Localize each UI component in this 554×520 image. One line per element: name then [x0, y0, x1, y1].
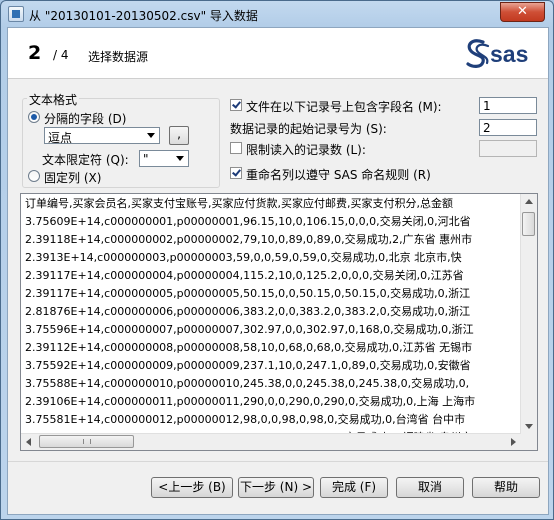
scroll-up-button[interactable]: [521, 194, 537, 210]
header-row-label[interactable]: 文件在以下记录号上包含字段名 (M):: [246, 98, 442, 115]
text-format-label: 文本格式: [27, 91, 80, 108]
first-data-row-label: 数据记录的起始记录号为 (S):: [230, 122, 387, 136]
finish-button[interactable]: 完成 (F): [320, 477, 388, 498]
window-title: 从 "20130101-20130502.csv" 导入数据: [29, 9, 258, 23]
limit-records-input: [479, 140, 537, 157]
preview-record-line: 2.39118E+14,c000000002,p00000002,79,10,0…: [25, 233, 473, 246]
preview-record-line: 2.3913E+14,c000000003,p00000003,59,0,0,5…: [25, 251, 462, 264]
qualifier-label: 文本限定符 (Q):: [42, 153, 129, 167]
sas-logo-icon: [466, 39, 490, 68]
cancel-button[interactable]: 取消: [396, 477, 464, 498]
header-row-checkbox[interactable]: [230, 99, 242, 111]
step-total: / 4: [53, 48, 69, 62]
header-row-input[interactable]: 1: [479, 97, 537, 114]
preview-record-line: 2.39112E+14,c000000008,p00000008,58,10,0…: [25, 341, 473, 354]
preview-record-line: 3.75609E+14,c000000001,p00000001,96.15,1…: [25, 215, 471, 228]
rename-columns-checkbox[interactable]: [230, 167, 242, 179]
close-button[interactable]: ✕: [500, 2, 545, 22]
delimiter-select[interactable]: 逗点: [44, 127, 160, 145]
preview-record-line: 2.81876E+14,c000000006,p00000006,383.2,0…: [25, 305, 471, 318]
chevron-down-icon: [147, 133, 155, 138]
horizontal-scrollbar[interactable]: [21, 433, 521, 450]
import-wizard-window: 从 "20130101-20130502.csv" 导入数据 ✕ 2 / 4 选…: [0, 0, 554, 520]
sas-logo-text: sas: [490, 41, 529, 67]
wizard-header: 2 / 4 选择数据源 sas: [8, 28, 548, 79]
scroll-down-button[interactable]: [521, 418, 537, 434]
next-button[interactable]: 下一步 (N) >: [238, 477, 314, 498]
limit-records-checkbox[interactable]: [230, 142, 242, 154]
step-number: 2: [28, 42, 42, 64]
preview-header-line: 订单编号,买家会员名,买家支付宝账号,买家应付货款,买家应付邮费,买家支付积分,…: [25, 197, 453, 210]
preview-lines: 订单编号,买家会员名,买家支付宝账号,买家应付货款,买家应付邮费,买家支付积分,…: [25, 195, 520, 450]
data-preview[interactable]: 订单编号,买家会员名,买家支付宝账号,买家应付货款,买家应付邮费,买家支付积分,…: [20, 193, 538, 451]
delimited-label[interactable]: 分隔的字段 (D): [44, 110, 126, 127]
qualifier-value: ": [143, 152, 149, 166]
wizard-body: 2 / 4 选择数据源 sas 文本格式 分隔的字段 (D) 逗点 , 文本限定…: [7, 27, 549, 515]
first-data-row-input[interactable]: 2: [479, 119, 537, 136]
scroll-right-button[interactable]: [505, 434, 521, 450]
help-button[interactable]: 帮助: [472, 477, 540, 498]
chevron-down-icon: [176, 156, 184, 161]
fixed-width-radio[interactable]: [28, 170, 40, 182]
preview-record-line: 3.75596E+14,c000000007,p00000007,302.97,…: [25, 323, 474, 336]
preview-record-line: 2.39106E+14,c000000011,p00000011,290,0,0…: [25, 395, 476, 408]
back-button[interactable]: <上一步 (B): [151, 477, 233, 498]
vertical-scrollbar[interactable]: [520, 194, 537, 434]
arrow-down-icon: [525, 424, 533, 429]
preview-record-line: 2.39117E+14,c000000005,p00000005,50.15,0…: [25, 287, 471, 300]
qualifier-select[interactable]: ": [139, 150, 189, 167]
limit-records-label[interactable]: 限制读入的记录数 (L):: [246, 141, 366, 158]
footer-divider: [8, 461, 548, 462]
delimiter-value: 逗点: [48, 131, 73, 145]
horizontal-scroll-thumb[interactable]: [39, 435, 134, 448]
delimiter-char-button[interactable]: ,: [169, 126, 189, 145]
title-bar[interactable]: 从 "20130101-20130502.csv" 导入数据 ✕: [1, 1, 553, 27]
preview-record-line: 3.75581E+14,c000000012,p00000012,98,0,0,…: [25, 413, 466, 426]
preview-record-line: 3.75588E+14,c000000010,p00000010,245.38,…: [25, 377, 470, 390]
vertical-scroll-thumb[interactable]: [522, 212, 535, 236]
scrollbar-corner: [521, 434, 537, 450]
sas-logo: sas: [462, 37, 542, 71]
arrow-up-icon: [525, 199, 533, 204]
scroll-left-button[interactable]: [21, 434, 37, 450]
preview-record-line: 3.75592E+14,c000000009,p00000009,237.1,1…: [25, 359, 471, 372]
rename-columns-label[interactable]: 重命名列以遵守 SAS 命名规则 (R): [246, 166, 431, 183]
arrow-left-icon: [26, 438, 31, 446]
preview-record-line: 2.39117E+14,c000000004,p00000004,115.2,1…: [25, 269, 464, 282]
delimited-radio[interactable]: [28, 111, 40, 123]
app-icon: [8, 6, 24, 22]
step-title: 选择数据源: [88, 50, 149, 64]
arrow-right-icon: [511, 438, 516, 446]
fixed-width-label[interactable]: 固定列 (X): [44, 169, 101, 186]
